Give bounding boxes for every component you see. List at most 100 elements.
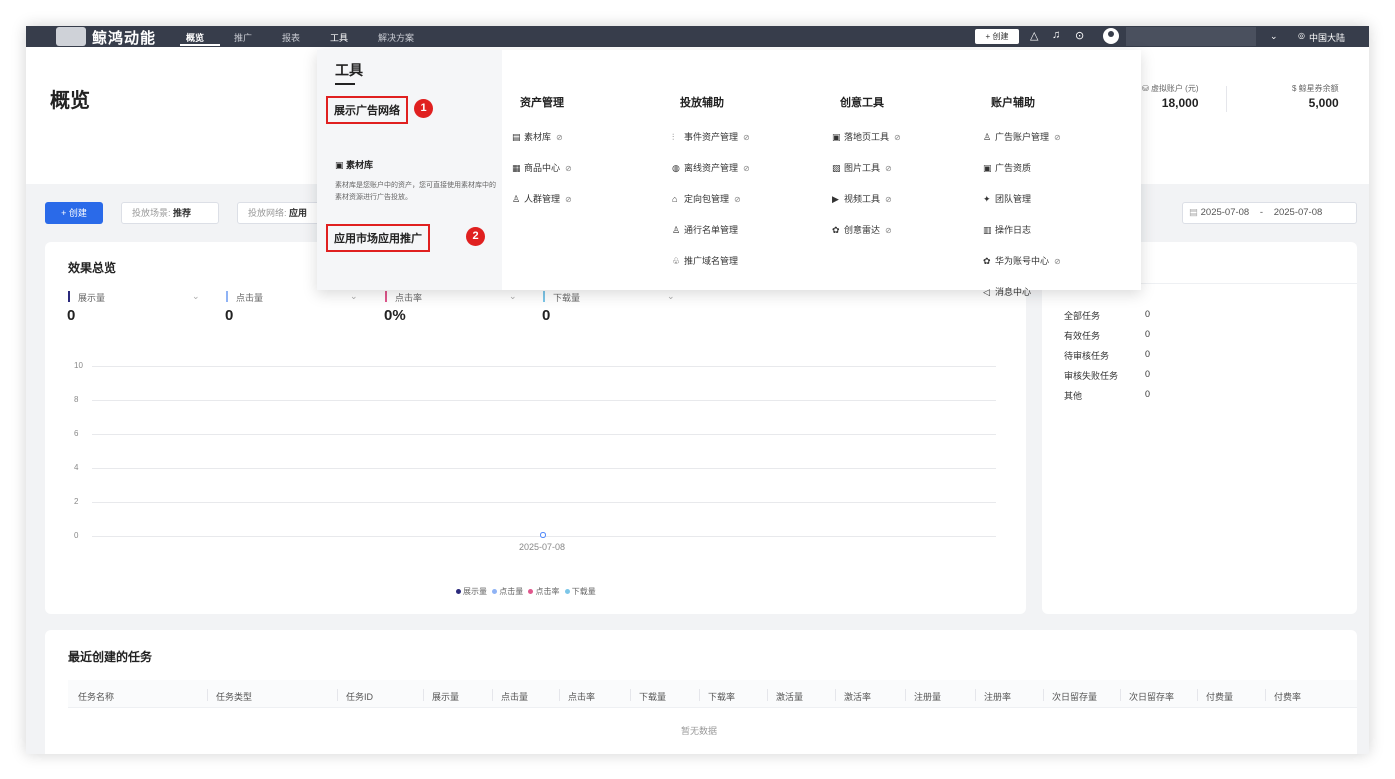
legend-item[interactable]: 展示量 xyxy=(456,587,487,596)
user-icon: ♙ xyxy=(983,132,992,142)
external-link-icon[interactable]: ⊘ xyxy=(743,164,750,173)
column-separator xyxy=(699,689,700,701)
tool-menu-item[interactable]: ✿ 华为账号中心 ⊘ xyxy=(983,254,1061,267)
account-name-blurred[interactable] xyxy=(1126,27,1256,46)
external-link-icon[interactable]: ⊘ xyxy=(556,133,563,142)
external-link-icon[interactable]: ⊘ xyxy=(1054,257,1061,266)
column-header[interactable]: 次日留存率 xyxy=(1129,690,1174,703)
tool-menu-item[interactable]: ▶ 视频工具 ⊘ xyxy=(832,192,892,205)
external-link-icon[interactable]: ⊘ xyxy=(743,133,750,142)
coupon-balance-stat: $ 鲸星券余额 5,000 xyxy=(1292,83,1339,110)
nav-promote[interactable]: 推广 xyxy=(234,31,252,44)
message-icon: ◁ xyxy=(983,287,990,297)
nav-tools[interactable]: 工具 xyxy=(330,31,348,44)
scene-filter[interactable]: 投放场景: 推荐 xyxy=(121,202,219,224)
column-header[interactable]: 任务类型 xyxy=(216,690,252,703)
external-link-icon[interactable]: ⊘ xyxy=(885,164,892,173)
chevron-down-icon[interactable]: ⌄ xyxy=(192,291,200,302)
product-icon: ▦ xyxy=(512,163,521,173)
metric-color-bar xyxy=(385,291,387,302)
chart-icon: ⫶ xyxy=(672,132,675,142)
column-header[interactable]: 注册量 xyxy=(914,690,941,703)
column-header[interactable]: 任务名称 xyxy=(78,690,114,703)
avatar[interactable] xyxy=(1103,28,1119,44)
column-header[interactable]: 付费量 xyxy=(1206,690,1233,703)
column-header[interactable]: 付费率 xyxy=(1274,690,1301,703)
tool-menu-item[interactable]: ♧ 推广域名管理 xyxy=(672,254,738,267)
tool-menu-item[interactable]: ◁ 消息中心 xyxy=(983,285,1031,298)
external-link-icon[interactable]: ⊘ xyxy=(885,226,892,235)
region-label[interactable]: 中国大陆 xyxy=(1309,31,1345,44)
column-header[interactable]: 注册率 xyxy=(984,690,1011,703)
tool-menu-item[interactable]: ⌂ 定向包管理 ⊘ xyxy=(672,192,741,205)
date-start[interactable]: 2025-07-08 xyxy=(1201,207,1250,218)
column-heading: 资产管理 xyxy=(520,97,564,109)
external-link-icon[interactable]: ⊘ xyxy=(885,195,892,204)
tool-menu-item[interactable]: ▣ 落地页工具 ⊘ xyxy=(832,130,901,143)
external-link-icon[interactable]: ⊘ xyxy=(565,164,572,173)
location-icon: ◎ xyxy=(1298,31,1305,40)
chevron-down-icon[interactable]: ⌄ xyxy=(350,291,358,302)
tool-menu-label: 推广域名管理 xyxy=(684,256,739,266)
tool-menu-item[interactable]: ▦ 商品中心 ⊘ xyxy=(512,161,572,174)
help-icon[interactable]: ⊙ xyxy=(1075,29,1084,42)
tool-menu-item[interactable]: ⫶ 事件资产管理 ⊘ xyxy=(672,130,750,143)
tool-menu-label: 人群管理 xyxy=(524,194,561,204)
nav-reports[interactable]: 报表 xyxy=(282,31,300,44)
column-separator xyxy=(423,689,424,701)
flask-icon[interactable]: △ xyxy=(1030,29,1038,42)
tool-menu-item[interactable]: ▤ 素材库 ⊘ xyxy=(512,130,563,143)
home-icon: ⌂ xyxy=(672,194,678,204)
tool-menu-item[interactable]: ♙ 通行名单管理 xyxy=(672,223,738,236)
external-link-icon[interactable]: ⊘ xyxy=(1054,133,1061,142)
external-link-icon[interactable]: ⊘ xyxy=(894,133,901,142)
column-header[interactable]: 下载率 xyxy=(708,690,735,703)
app-market-promotion-item[interactable]: 应用市场应用推广 xyxy=(326,224,430,252)
tool-menu-label: 消息中心 xyxy=(995,287,1032,297)
chevron-down-icon[interactable]: ⌄ xyxy=(509,291,517,302)
tool-menu-item[interactable]: ♙ 广告账户管理 ⊘ xyxy=(983,130,1061,143)
tool-menu-item[interactable]: ✿ 创意雷达 ⊘ xyxy=(832,223,892,236)
column-header[interactable]: 激活量 xyxy=(776,690,803,703)
nav-solutions[interactable]: 解决方案 xyxy=(378,31,414,44)
date-end[interactable]: 2025-07-08 xyxy=(1274,207,1323,218)
chevron-down-icon[interactable]: ⌄ xyxy=(667,291,675,302)
top-create-button[interactable]: + 创建 xyxy=(975,29,1019,44)
huawei-icon: ✿ xyxy=(983,256,991,266)
column-header[interactable]: 激活率 xyxy=(844,690,871,703)
date-range-picker[interactable]: ▤ 2025-07-08 - 2025-07-08 xyxy=(1182,202,1357,224)
column-separator xyxy=(1120,689,1121,701)
bell-icon[interactable]: ♫ xyxy=(1052,29,1060,41)
external-link-icon[interactable]: ⊘ xyxy=(734,195,741,204)
material-library-subtitle[interactable]: ▣ 素材库 xyxy=(335,158,373,171)
column-header[interactable]: 点击量 xyxy=(501,690,528,703)
column-header[interactable]: 展示量 xyxy=(432,690,459,703)
tool-menu-item[interactable]: ♙ 人群管理 ⊘ xyxy=(512,192,572,205)
column-separator xyxy=(1265,689,1266,701)
tool-menu-item[interactable]: ✦ 团队管理 xyxy=(983,192,1031,205)
external-link-icon[interactable]: ⊘ xyxy=(565,195,572,204)
recent-tasks-title: 最近创建的任务 xyxy=(68,650,153,664)
column-header[interactable]: 下载量 xyxy=(639,690,666,703)
chevron-down-icon[interactable]: ⌄ xyxy=(1270,31,1278,42)
tool-menu-label: 广告账户管理 xyxy=(995,132,1050,142)
column-header[interactable]: 点击率 xyxy=(568,690,595,703)
tool-menu-label: 华为账号中心 xyxy=(995,256,1050,266)
column-header[interactable]: 任务ID xyxy=(346,690,373,703)
data-point[interactable] xyxy=(540,532,546,538)
create-button[interactable]: + 创建 xyxy=(45,202,103,224)
tool-menu-label: 事件资产管理 xyxy=(684,132,739,142)
tool-menu-item[interactable]: ▨ 图片工具 ⊘ xyxy=(832,161,892,174)
legend-item[interactable]: 下载量 xyxy=(564,587,596,596)
tool-menu-item[interactable]: ◍ 离线资产管理 ⊘ xyxy=(672,161,750,174)
display-ad-network-item[interactable]: 展示广告网络 xyxy=(326,96,408,124)
legend-item[interactable]: 点击率 xyxy=(528,587,559,596)
legend-item[interactable]: 点击量 xyxy=(492,587,523,596)
dropdown-title: 工具 xyxy=(335,62,363,78)
tool-menu-label: 视频工具 xyxy=(844,194,881,204)
tool-menu-item[interactable]: ▥ 操作日志 xyxy=(983,223,1031,236)
column-header[interactable]: 次日留存量 xyxy=(1052,690,1097,703)
tools-dropdown-menu: 工具 展示广告网络 1 ▣ 素材库 素材库是您账户中的资产，您可直接使用素材库中… xyxy=(317,50,1141,297)
tool-menu-item[interactable]: ▣ 广告资质 xyxy=(983,161,1031,174)
nav-overview[interactable]: 概览 xyxy=(186,31,204,44)
